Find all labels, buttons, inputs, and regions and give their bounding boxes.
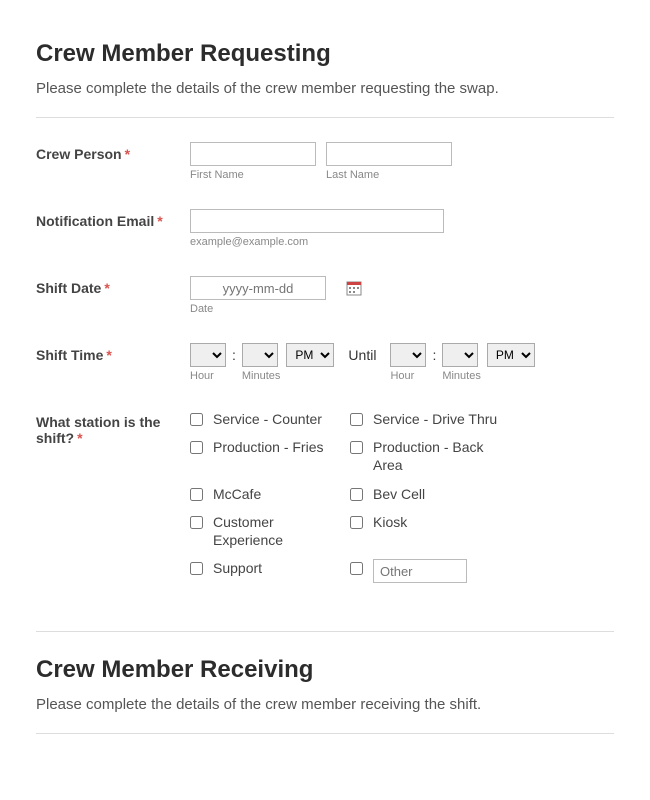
station-option-mccafe[interactable]: McCafe <box>190 485 340 503</box>
station-option-support[interactable]: Support <box>190 559 340 583</box>
label-shift-time: Shift Time* <box>36 343 190 363</box>
label-station: What station is the shift?* <box>36 410 190 446</box>
other-station-input[interactable] <box>373 559 467 583</box>
checkbox-back-area[interactable] <box>350 441 363 454</box>
required-asterisk: * <box>77 430 82 446</box>
shift-date-input[interactable] <box>190 276 326 300</box>
section-desc-requesting: Please complete the details of the crew … <box>36 80 614 97</box>
sublabel-date: Date <box>190 303 326 315</box>
checkbox-label: Bev Cell <box>373 485 425 503</box>
calendar-icon[interactable] <box>346 280 362 296</box>
checkbox-other[interactable] <box>350 562 363 575</box>
end-hour-select[interactable] <box>390 343 426 367</box>
sublabel-first-name: First Name <box>190 169 316 181</box>
first-name-input[interactable] <box>190 142 316 166</box>
section-divider <box>36 631 614 632</box>
checkbox-kiosk[interactable] <box>350 516 363 529</box>
station-option-kiosk[interactable]: Kiosk <box>350 513 500 549</box>
checkbox-label: Customer Experience <box>213 513 340 549</box>
email-input[interactable] <box>190 209 444 233</box>
section-divider <box>36 733 614 734</box>
section-divider <box>36 117 614 118</box>
checkbox-label: Production - Back Area <box>373 438 500 474</box>
checkbox-fries[interactable] <box>190 441 203 454</box>
start-ampm-select[interactable]: PM <box>286 343 334 367</box>
label-crew-person: Crew Person* <box>36 142 190 162</box>
checkbox-counter[interactable] <box>190 413 203 426</box>
required-asterisk: * <box>125 146 130 162</box>
start-hour-select[interactable] <box>190 343 226 367</box>
station-option-back-area[interactable]: Production - Back Area <box>350 438 500 474</box>
end-ampm-select[interactable]: PM <box>487 343 535 367</box>
checkbox-drive-thru[interactable] <box>350 413 363 426</box>
checkbox-customer-exp[interactable] <box>190 516 203 529</box>
checkbox-label: Production - Fries <box>213 438 323 456</box>
sublabel-start-hour: Hour <box>190 370 226 382</box>
checkbox-label: Service - Counter <box>213 410 322 428</box>
section-desc-receiving: Please complete the details of the crew … <box>36 696 614 713</box>
sublabel-last-name: Last Name <box>326 169 452 181</box>
section-heading-requesting: Crew Member Requesting <box>36 40 614 68</box>
station-option-bev-cell[interactable]: Bev Cell <box>350 485 500 503</box>
time-colon: : <box>426 343 442 367</box>
station-option-other[interactable] <box>350 559 500 583</box>
checkbox-label: Kiosk <box>373 513 407 531</box>
required-asterisk: * <box>104 280 109 296</box>
sublabel-end-min: Minutes <box>442 370 481 382</box>
end-min-select[interactable] <box>442 343 478 367</box>
station-option-customer-exp[interactable]: Customer Experience <box>190 513 340 549</box>
checkbox-label: McCafe <box>213 485 261 503</box>
station-option-counter[interactable]: Service - Counter <box>190 410 340 428</box>
station-option-drive-thru[interactable]: Service - Drive Thru <box>350 410 500 428</box>
sublabel-start-min: Minutes <box>242 370 281 382</box>
start-min-select[interactable] <box>242 343 278 367</box>
section-heading-receiving: Crew Member Receiving <box>36 656 614 684</box>
required-asterisk: * <box>157 213 162 229</box>
checkbox-mccafe[interactable] <box>190 488 203 501</box>
sublabel-email: example@example.com <box>190 236 444 248</box>
time-colon: : <box>226 343 242 367</box>
last-name-input[interactable] <box>326 142 452 166</box>
checkbox-label: Service - Drive Thru <box>373 410 497 428</box>
checkbox-label: Support <box>213 559 262 577</box>
checkbox-support[interactable] <box>190 562 203 575</box>
until-label: Until <box>334 343 390 367</box>
required-asterisk: * <box>106 347 111 363</box>
label-shift-date: Shift Date* <box>36 276 190 296</box>
sublabel-end-hour: Hour <box>390 370 426 382</box>
checkbox-bev-cell[interactable] <box>350 488 363 501</box>
station-option-fries[interactable]: Production - Fries <box>190 438 340 474</box>
label-notification-email: Notification Email* <box>36 209 190 229</box>
